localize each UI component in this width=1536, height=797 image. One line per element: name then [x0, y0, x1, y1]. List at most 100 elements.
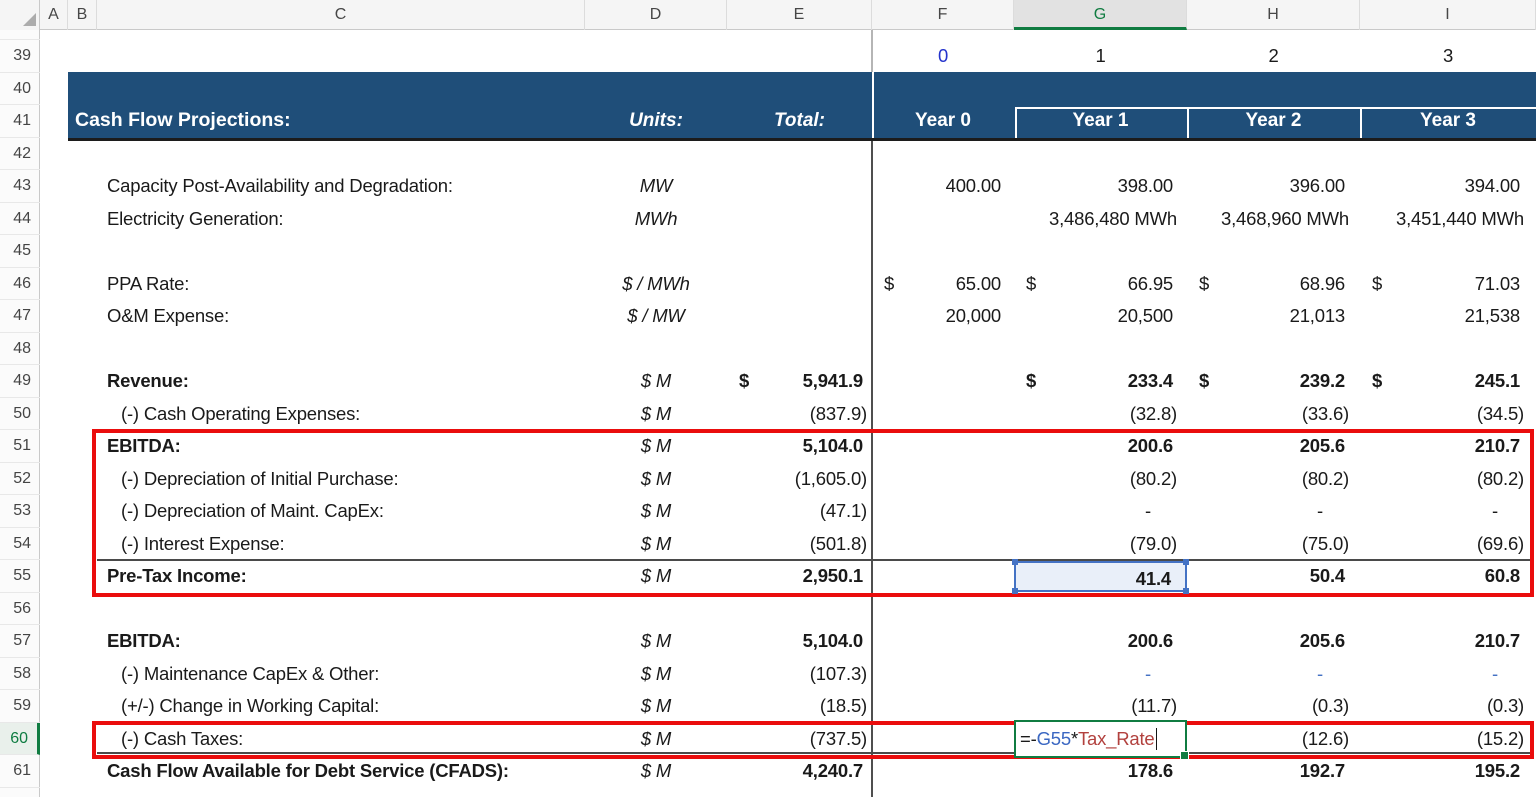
- section-title[interactable]: Cash Flow Projections:: [75, 104, 291, 137]
- cell-D44[interactable]: MWh: [585, 203, 727, 236]
- cell-C61[interactable]: Cash Flow Available for Debt Service (CF…: [97, 755, 585, 788]
- cell-G59[interactable]: (11.7): [1014, 690, 1187, 723]
- sheet-row-44: Electricity Generation:MWh3,486,480 MWh3…: [0, 203, 1536, 236]
- cell-I58[interactable]: -: [1360, 658, 1536, 691]
- cell-G55[interactable]: 41.4: [1014, 561, 1187, 592]
- cell-D58[interactable]: $ M: [585, 658, 727, 691]
- reference-selection-handle[interactable]: [1012, 588, 1018, 594]
- cell-H58[interactable]: -: [1187, 658, 1360, 691]
- text-cursor: [1156, 728, 1158, 750]
- cell-I39[interactable]: 3: [1360, 40, 1536, 73]
- total-column-header[interactable]: Total:: [727, 104, 872, 137]
- cell-I61[interactable]: 195.2: [1360, 755, 1536, 788]
- cell-G43[interactable]: 398.00: [1014, 170, 1187, 203]
- reference-selection-handle[interactable]: [1012, 559, 1018, 565]
- cell-H50[interactable]: (33.6): [1187, 398, 1360, 431]
- cell-G49[interactable]: $233.4: [1014, 365, 1187, 398]
- cell-D61[interactable]: $ M: [585, 755, 727, 788]
- section-header-bar: Cash Flow Projections: Units: Total: Yea…: [68, 72, 1536, 141]
- cell-H46[interactable]: $68.96: [1187, 268, 1360, 301]
- band-divider: [1187, 107, 1189, 138]
- cell-H59[interactable]: (0.3): [1187, 690, 1360, 723]
- cell-E57[interactable]: 5,104.0: [727, 625, 872, 658]
- column-header-D[interactable]: D: [585, 0, 727, 30]
- cell-D43[interactable]: MW: [585, 170, 727, 203]
- column-header-H[interactable]: H: [1187, 0, 1360, 30]
- cell-E50[interactable]: (837.9): [727, 398, 872, 431]
- cell-H44[interactable]: 3,468,960 MWh: [1187, 203, 1360, 236]
- cell-D57[interactable]: $ M: [585, 625, 727, 658]
- cell-H49[interactable]: $239.2: [1187, 365, 1360, 398]
- cell-C59[interactable]: (+/-) Change in Working Capital:: [97, 690, 585, 723]
- cell-F39[interactable]: 0: [872, 40, 1014, 73]
- column-header-A[interactable]: A: [40, 0, 68, 30]
- band-divider: [1015, 107, 1017, 138]
- cell-C43[interactable]: Capacity Post-Availability and Degradati…: [97, 170, 585, 203]
- cell-I44[interactable]: 3,451,440 MWh: [1360, 203, 1536, 236]
- cell-G57[interactable]: 200.6: [1014, 625, 1187, 658]
- spreadsheet: ABCDEFGHI 383940414243444546474849505152…: [0, 0, 1536, 797]
- units-column-header[interactable]: Units:: [585, 104, 727, 137]
- cell-H57[interactable]: 205.6: [1187, 625, 1360, 658]
- cell-H61[interactable]: 192.7: [1187, 755, 1360, 788]
- cell-H43[interactable]: 396.00: [1187, 170, 1360, 203]
- cell-C58[interactable]: (-) Maintenance CapEx & Other:: [97, 658, 585, 691]
- cell-I59[interactable]: (0.3): [1360, 690, 1536, 723]
- cell-D47[interactable]: $ / MW: [585, 300, 727, 333]
- fill-handle[interactable]: [1180, 751, 1189, 760]
- column-header-F[interactable]: F: [872, 0, 1014, 30]
- cell-F46[interactable]: $65.00: [872, 268, 1014, 301]
- row-header-41[interactable]: 41: [0, 105, 40, 138]
- dollar-sign: $: [1199, 268, 1209, 301]
- dollar-sign: $: [1026, 365, 1036, 398]
- cell-C57[interactable]: EBITDA:: [97, 625, 585, 658]
- cell-G44[interactable]: 3,486,480 MWh: [1014, 203, 1187, 236]
- row-header-38[interactable]: 38: [0, 30, 40, 40]
- cell-H39[interactable]: 2: [1187, 40, 1360, 73]
- reference-selection-handle[interactable]: [1183, 588, 1189, 594]
- cell-F47[interactable]: 20,000: [872, 300, 1014, 333]
- cell-C47[interactable]: O&M Expense:: [97, 300, 585, 333]
- cell-I57[interactable]: 210.7: [1360, 625, 1536, 658]
- cell-C46[interactable]: PPA Rate:: [97, 268, 585, 301]
- column-header-C[interactable]: C: [97, 0, 585, 30]
- dollar-sign: $: [884, 268, 894, 301]
- formula-edit-cell-G60[interactable]: =-G55*Tax_Rate: [1014, 720, 1187, 758]
- cell-D49[interactable]: $ M: [585, 365, 727, 398]
- cell-H47[interactable]: 21,013: [1187, 300, 1360, 333]
- cell-C49[interactable]: Revenue:: [97, 365, 585, 398]
- sheet-row-58: (-) Maintenance CapEx & Other:$ M(107.3)…: [0, 658, 1536, 691]
- cell-I46[interactable]: $71.03: [1360, 268, 1536, 301]
- cell-I49[interactable]: $245.1: [1360, 365, 1536, 398]
- cell-G46[interactable]: $66.95: [1014, 268, 1187, 301]
- cell-G61[interactable]: 178.6: [1014, 755, 1187, 788]
- column-header-I[interactable]: I: [1360, 0, 1536, 30]
- cell-G47[interactable]: 20,500: [1014, 300, 1187, 333]
- year-0-header[interactable]: Year 0: [872, 104, 1014, 137]
- column-header-E[interactable]: E: [727, 0, 872, 30]
- cell-G58[interactable]: -: [1014, 658, 1187, 691]
- cell-G50[interactable]: (32.8): [1014, 398, 1187, 431]
- cell-I43[interactable]: 394.00: [1360, 170, 1536, 203]
- cell-D59[interactable]: $ M: [585, 690, 727, 723]
- cell-I50[interactable]: (34.5): [1360, 398, 1536, 431]
- row-header-40[interactable]: 40: [0, 73, 40, 106]
- select-all-corner[interactable]: [0, 0, 40, 30]
- column-header-B[interactable]: B: [68, 0, 97, 30]
- cell-E59[interactable]: (18.5): [727, 690, 872, 723]
- reference-selection-handle[interactable]: [1183, 559, 1189, 565]
- cell-C44[interactable]: Electricity Generation:: [97, 203, 585, 236]
- dollar-sign: $: [1372, 365, 1382, 398]
- cell-F43[interactable]: 400.00: [872, 170, 1014, 203]
- cell-D46[interactable]: $ / MWh: [585, 268, 727, 301]
- cell-D50[interactable]: $ M: [585, 398, 727, 431]
- cell-E58[interactable]: (107.3): [727, 658, 872, 691]
- cell-I47[interactable]: 21,538: [1360, 300, 1536, 333]
- select-all-triangle-icon: [23, 13, 36, 26]
- cell-C50[interactable]: (-) Cash Operating Expenses:: [97, 398, 585, 431]
- cell-E49[interactable]: $5,941.9: [727, 365, 872, 398]
- year-index-row: 0123: [0, 40, 1536, 73]
- cell-G39[interactable]: 1: [1014, 40, 1187, 73]
- column-header-G[interactable]: G: [1014, 0, 1187, 30]
- cell-E61[interactable]: 4,240.7: [727, 755, 872, 788]
